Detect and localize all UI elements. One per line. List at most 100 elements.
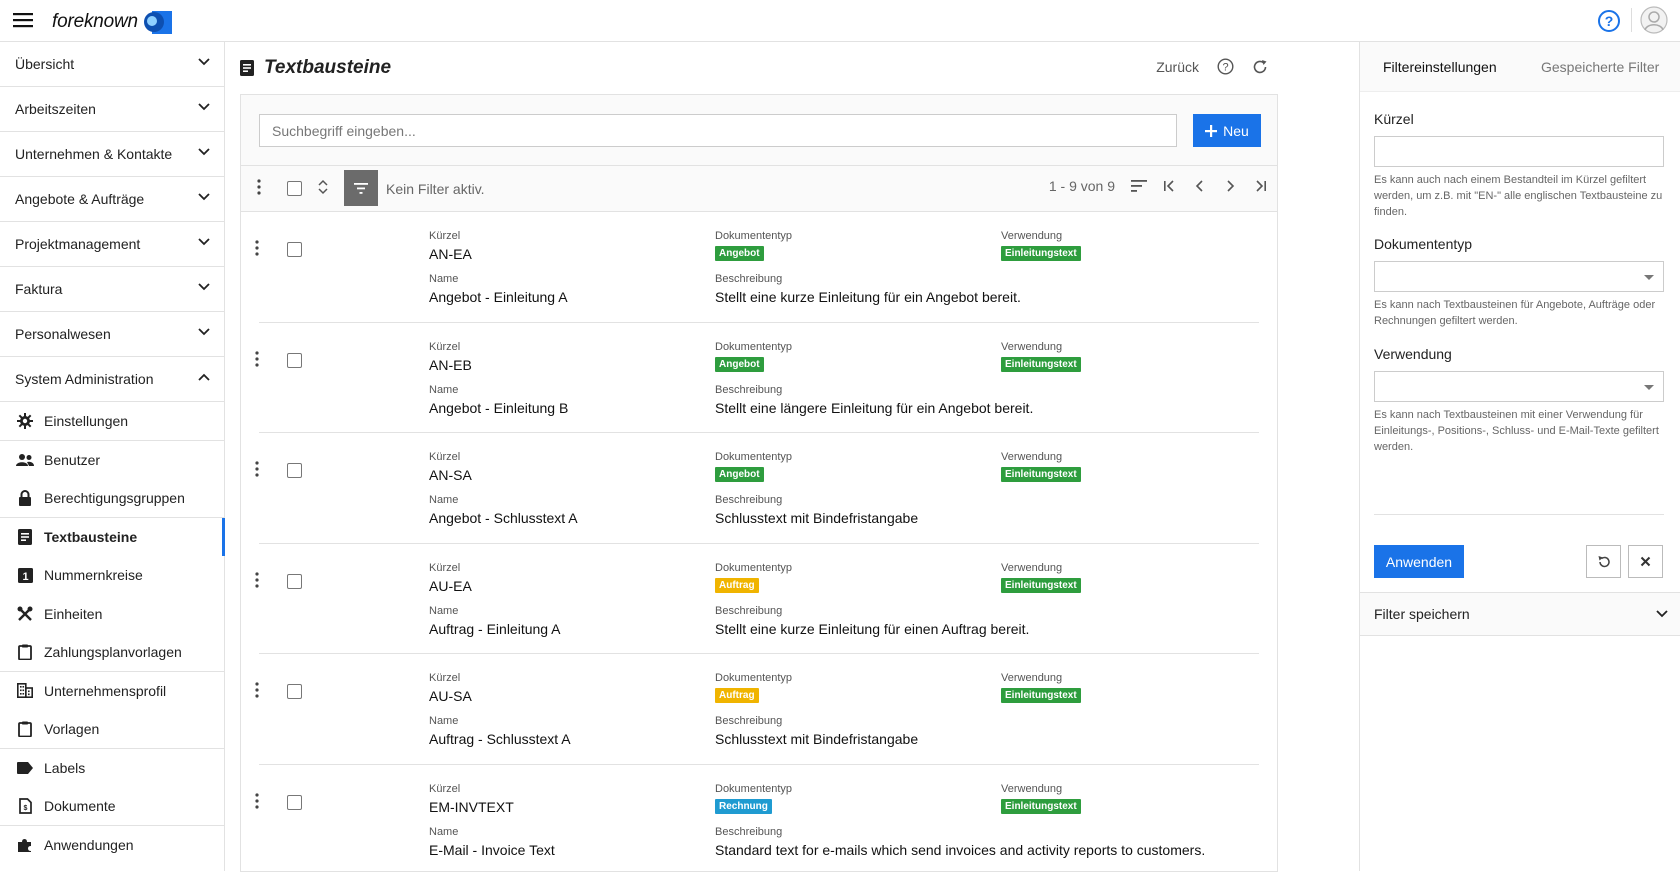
beschreibung-field: BeschreibungSchlusstext mit Bindefristan… <box>715 715 918 747</box>
more-vert-icon[interactable] <box>255 240 259 256</box>
more-vert-icon[interactable] <box>255 351 259 367</box>
row-checkbox[interactable] <box>287 795 302 810</box>
sidebar-item-einheiten[interactable]: Einheiten <box>0 595 224 634</box>
row-checkbox[interactable] <box>287 242 302 257</box>
name-label: Name <box>429 715 571 727</box>
sidebar-group-projektmanagement[interactable]: Projektmanagement <box>0 222 224 267</box>
lock-icon <box>16 489 34 507</box>
list-item[interactable]: KürzelAN-EBNameAngebot - Einleitung BDok… <box>259 323 1259 434</box>
sidebar-group-label: Übersicht <box>15 56 74 72</box>
row-checkbox[interactable] <box>287 684 302 699</box>
sidebar-item-benutzer[interactable]: Benutzer <box>0 441 224 480</box>
chevron-down-icon <box>1656 610 1668 618</box>
apply-filter-button[interactable]: Anwenden <box>1374 545 1464 578</box>
verwendung-badge: Einleitungstext <box>1001 688 1081 703</box>
page-header: Textbausteine Zurück ? <box>240 42 1278 94</box>
dokumententyp-field: DokumententypAngebot <box>715 451 792 482</box>
sidebar-item-textbausteine[interactable]: Textbausteine <box>0 518 224 557</box>
name-field: NameAngebot - Einleitung A <box>429 273 568 305</box>
more-vert-icon[interactable] <box>255 793 259 809</box>
row-checkbox[interactable] <box>287 353 302 368</box>
name-value: E-Mail - Invoice Text <box>429 842 555 858</box>
sidebar-item-unternehmensprofil[interactable]: Unternehmensprofil <box>0 672 224 711</box>
help-circle-icon[interactable]: ? <box>1217 58 1234 75</box>
kuerzel-value: AU-SA <box>429 688 472 704</box>
chevron-down-icon <box>198 193 210 201</box>
dokumententyp-filter-label: Dokumententyp <box>1374 236 1472 252</box>
name-field: NameAngebot - Schlusstext A <box>429 494 578 526</box>
beschreibung-label: Beschreibung <box>715 715 918 727</box>
sidebar-group-unternehmen-kontakte[interactable]: Unternehmen & Kontakte <box>0 132 224 177</box>
verwendung-filter-help: Es kann nach Textbausteinen mit einer Ve… <box>1374 407 1670 455</box>
name-field: NameE-Mail - Invoice Text <box>429 826 555 858</box>
row-checkbox[interactable] <box>287 574 302 589</box>
filter-toggle-button[interactable] <box>344 170 378 206</box>
clear-filter-button[interactable] <box>1628 545 1663 578</box>
first-page-icon[interactable] <box>1163 180 1177 192</box>
sidebar-group-angebote-auftraege[interactable]: Angebote & Aufträge <box>0 177 224 222</box>
sidebar-item-vorlagen[interactable]: Vorlagen <box>0 710 224 749</box>
kuerzel-label: Kürzel <box>429 562 472 574</box>
sidebar-group-system-administration[interactable]: System Administration <box>0 357 224 402</box>
tab-gespeicherte-filter[interactable]: Gespeicherte Filter <box>1541 59 1659 75</box>
sidebar-item-nummernkreise[interactable]: 1 Nummernkreise <box>0 556 224 595</box>
list-item[interactable]: KürzelAU-EANameAuftrag - Einleitung ADok… <box>259 544 1259 655</box>
select-all-checkbox[interactable] <box>287 181 302 196</box>
more-vert-icon[interactable] <box>255 461 259 477</box>
more-vert-icon[interactable] <box>255 682 259 698</box>
sidebar-group-personalwesen[interactable]: Personalwesen <box>0 312 224 357</box>
name-field: NameAuftrag - Schlusstext A <box>429 715 571 747</box>
last-page-icon[interactable] <box>1253 180 1267 192</box>
expand-collapse-icon[interactable] <box>318 179 328 195</box>
list-item[interactable]: KürzelAN-SANameAngebot - Schlusstext ADo… <box>259 433 1259 544</box>
beschreibung-field: BeschreibungStellt eine längere Einleitu… <box>715 384 1033 416</box>
menu-icon[interactable] <box>12 10 36 32</box>
more-vert-icon[interactable] <box>257 179 261 195</box>
sidebar-group-faktura[interactable]: Faktura <box>0 267 224 312</box>
prev-page-icon[interactable] <box>1193 180 1207 192</box>
sidebar-item-labels[interactable]: Labels <box>0 749 224 788</box>
beschreibung-value: Stellt eine längere Einleitung für ein A… <box>715 400 1033 416</box>
sidebar-item-label: Nummernkreise <box>44 567 143 583</box>
kuerzel-filter-input[interactable] <box>1374 136 1664 167</box>
back-link[interactable]: Zurück <box>1156 59 1199 75</box>
sidebar-group-label: Faktura <box>15 281 62 297</box>
sort-icon[interactable] <box>1131 180 1147 192</box>
dokumententyp-badge: Auftrag <box>715 688 759 703</box>
sidebar-item-einstellungen[interactable]: Einstellungen <box>0 402 224 441</box>
new-button[interactable]: Neu <box>1193 114 1261 147</box>
dokumententyp-label: Dokumententyp <box>715 230 792 242</box>
sidebar-group-uebersicht[interactable]: Übersicht <box>0 42 224 87</box>
row-checkbox[interactable] <box>287 463 302 478</box>
dokumententyp-badge: Auftrag <box>715 578 759 593</box>
kuerzel-label: Kürzel <box>429 783 514 795</box>
kuerzel-field: KürzelAN-EA <box>429 230 472 262</box>
users-icon <box>16 451 34 469</box>
help-icon[interactable]: ? <box>1597 9 1621 33</box>
tab-filtereinstellungen[interactable]: Filtereinstellungen <box>1383 59 1497 75</box>
next-page-icon[interactable] <box>1223 180 1237 192</box>
verwendung-filter-select[interactable] <box>1374 371 1664 402</box>
search-input[interactable] <box>259 114 1177 147</box>
list-item[interactable]: KürzelAU-SANameAuftrag - Schlusstext ADo… <box>259 654 1259 765</box>
sidebar-group-label: Angebote & Aufträge <box>15 191 144 207</box>
list-item[interactable]: KürzelEM-INVTEXTNameE-Mail - Invoice Tex… <box>259 765 1259 872</box>
more-vert-icon[interactable] <box>255 572 259 588</box>
list-item[interactable]: KürzelAN-EA NameAngebot - Einleitung A Dok… <box>259 212 1259 323</box>
save-filter-expander[interactable]: Filter speichern <box>1360 592 1680 636</box>
beschreibung-field: BeschreibungStellt eine kurze Einleitung… <box>715 605 1029 637</box>
sidebar-item-dokumente[interactable]: $ Dokumente <box>0 787 224 826</box>
dokumententyp-filter-select[interactable] <box>1374 261 1664 292</box>
dropdown-caret-icon <box>1644 275 1654 280</box>
reset-filter-button[interactable] <box>1586 545 1621 578</box>
sidebar-group-arbeitszeiten[interactable]: Arbeitszeiten <box>0 87 224 132</box>
dokumententyp-badge: Angebot <box>715 357 764 372</box>
sidebar-item-berechtigungsgruppen[interactable]: Berechtigungsgruppen <box>0 479 224 518</box>
sidebar-item-zahlungsplanvorlagen[interactable]: Zahlungsplanvorlagen <box>0 633 224 672</box>
user-avatar-icon[interactable] <box>1640 6 1668 34</box>
refresh-icon[interactable] <box>1252 59 1268 75</box>
sidebar-item-anwendungen[interactable]: Anwendungen <box>0 826 224 865</box>
app-logo[interactable]: foreknown <box>52 8 174 36</box>
beschreibung-label: Beschreibung <box>715 273 1021 285</box>
verwendung-field: VerwendungEinleitungstext <box>1001 230 1081 261</box>
